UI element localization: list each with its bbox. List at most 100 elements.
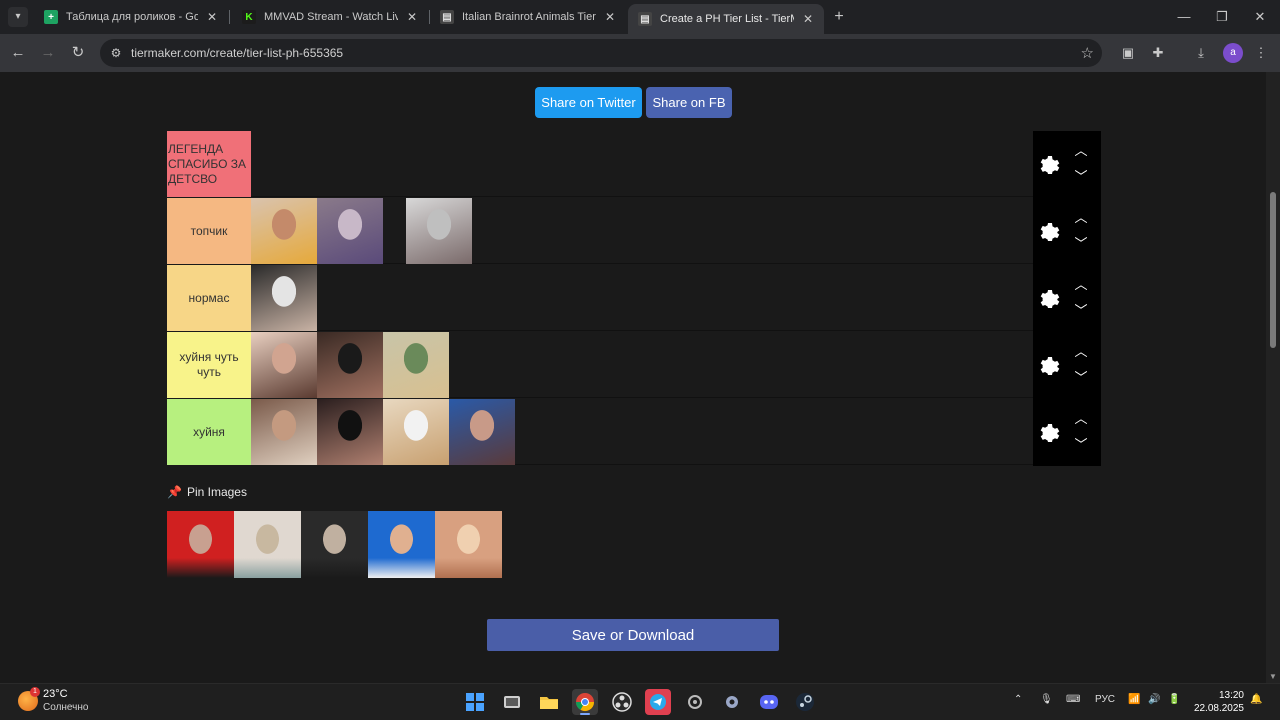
move-tier-up-icon[interactable]: ︿ bbox=[1073, 278, 1089, 292]
settings-gear-icon[interactable] bbox=[719, 689, 745, 715]
browser-toolbar: ← → ↻ ⚙ tiermaker.com/create/tier-list-p… bbox=[0, 34, 1280, 72]
tier-label[interactable]: хуйня чуть чуть bbox=[167, 332, 251, 398]
chrome-icon[interactable] bbox=[572, 689, 598, 715]
tier-image[interactable] bbox=[383, 399, 449, 465]
move-tier-down-icon[interactable]: ﹀ bbox=[1073, 438, 1089, 452]
move-tier-up-icon[interactable]: ︿ bbox=[1073, 345, 1089, 359]
menu-kebab-icon[interactable]: ⋮ bbox=[1250, 42, 1272, 64]
extensions-icon[interactable]: ✚ bbox=[1147, 42, 1169, 64]
pinned-image[interactable] bbox=[167, 511, 234, 578]
pinned-image[interactable] bbox=[234, 511, 301, 578]
tier-items-dropzone[interactable] bbox=[251, 332, 1033, 398]
close-icon[interactable]: ✕ bbox=[206, 10, 218, 24]
bookmark-star-icon[interactable]: ☆ bbox=[1081, 44, 1094, 62]
weather-description[interactable]: Солнечно bbox=[43, 702, 88, 713]
tier-items-dropzone[interactable] bbox=[251, 198, 1033, 264]
site-settings-icon[interactable]: ⚙ bbox=[108, 45, 124, 61]
move-tier-up-icon[interactable]: ︿ bbox=[1073, 211, 1089, 225]
tier-settings-gear-icon[interactable] bbox=[1038, 287, 1062, 311]
system-clock[interactable]: 13:20 22.08.2025 bbox=[1194, 689, 1244, 715]
tier-image[interactable] bbox=[449, 399, 515, 465]
discord-icon[interactable] bbox=[756, 689, 782, 715]
move-tier-down-icon[interactable]: ﹀ bbox=[1073, 371, 1089, 385]
scroll-down-arrow[interactable]: ▼ bbox=[1269, 673, 1277, 681]
page-scrollbar[interactable]: ▼ bbox=[1266, 72, 1280, 683]
tier-label[interactable]: хуйня bbox=[167, 399, 251, 465]
window-close-button[interactable]: ✕ bbox=[1250, 7, 1270, 27]
app-settings-icon[interactable] bbox=[682, 689, 708, 715]
tier-items-dropzone[interactable] bbox=[251, 131, 1033, 197]
minimize-button[interactable]: — bbox=[1174, 7, 1194, 27]
forward-button[interactable]: → bbox=[37, 42, 59, 64]
microphone-icon[interactable]: 🎙 bbox=[1040, 694, 1053, 705]
tier-image[interactable] bbox=[406, 198, 472, 264]
tier-label[interactable]: ЛЕГЕНДА СПАСИБО ЗА ДЕТСВО bbox=[167, 131, 251, 197]
move-tier-down-icon[interactable]: ﹀ bbox=[1073, 170, 1089, 184]
close-icon[interactable]: ✕ bbox=[604, 10, 616, 24]
tab-sheets[interactable]: + Таблица для роликов - Google ✕ bbox=[34, 4, 228, 30]
battery-icon[interactable]: 🔋 bbox=[1168, 694, 1180, 705]
tray-chevron-icon[interactable]: ⌃ bbox=[1014, 694, 1022, 705]
profile-avatar[interactable]: a bbox=[1223, 43, 1243, 63]
tab-separator bbox=[229, 10, 230, 24]
save-download-button[interactable]: Save or Download bbox=[487, 619, 779, 651]
tier-row: топчик ︿ ﹀ bbox=[167, 198, 1101, 265]
tier-image[interactable] bbox=[317, 332, 383, 398]
tier-settings-gear-icon[interactable] bbox=[1038, 220, 1062, 244]
volume-icon[interactable]: 🔊 bbox=[1148, 694, 1160, 705]
tier-image[interactable] bbox=[383, 332, 449, 398]
tier-image[interactable] bbox=[251, 198, 317, 264]
pinned-image[interactable] bbox=[368, 511, 435, 578]
tab-create-ph-tier-list[interactable]: ▤ Create a PH Tier List - TierMak ✕ bbox=[628, 4, 824, 34]
url-text: tiermaker.com/create/tier-list-ph-655365 bbox=[131, 46, 344, 60]
tab-search-button[interactable]: ▾ bbox=[8, 7, 28, 27]
weather-temperature[interactable]: 23°C bbox=[43, 688, 68, 700]
wifi-icon[interactable]: 📶 bbox=[1128, 694, 1140, 705]
active-indicator bbox=[580, 713, 590, 715]
close-icon[interactable]: ✕ bbox=[802, 12, 814, 26]
tier-items-dropzone[interactable] bbox=[251, 399, 1033, 465]
tier-image[interactable] bbox=[251, 332, 317, 398]
task-view-icon[interactable] bbox=[499, 689, 525, 715]
tier-label[interactable]: топчик bbox=[167, 198, 251, 264]
share-twitter-button[interactable]: Share on Twitter bbox=[535, 87, 642, 118]
pinned-image[interactable] bbox=[301, 511, 368, 578]
tier-row: ЛЕГЕНДА СПАСИБО ЗА ДЕТСВО ︿ ﹀ bbox=[167, 131, 1101, 198]
new-tab-button[interactable]: + bbox=[830, 7, 848, 27]
keyboard-icon[interactable]: ⌨ bbox=[1066, 694, 1080, 705]
steam-icon[interactable] bbox=[792, 689, 818, 715]
tab-title: Italian Brainrot Animals Tier Li bbox=[462, 11, 596, 23]
download-icon[interactable]: ⤓ bbox=[1190, 42, 1212, 64]
translate-icon[interactable]: ▣ bbox=[1117, 42, 1139, 64]
language-indicator[interactable]: РУС bbox=[1095, 694, 1115, 705]
tier-settings-gear-icon[interactable] bbox=[1038, 153, 1062, 177]
obs-icon[interactable] bbox=[609, 689, 635, 715]
close-icon[interactable]: ✕ bbox=[406, 10, 418, 24]
move-tier-down-icon[interactable]: ﹀ bbox=[1073, 237, 1089, 251]
tier-items-dropzone[interactable] bbox=[251, 265, 1033, 331]
file-explorer-icon[interactable] bbox=[536, 689, 562, 715]
tier-label[interactable]: нормас bbox=[167, 265, 251, 331]
pinned-image[interactable] bbox=[435, 511, 502, 578]
tier-settings-gear-icon[interactable] bbox=[1038, 354, 1062, 378]
reload-button[interactable]: ↻ bbox=[67, 42, 89, 64]
back-button[interactable]: ← bbox=[7, 42, 29, 64]
tier-image[interactable] bbox=[251, 265, 317, 331]
clock-date: 22.08.2025 bbox=[1193, 703, 1244, 714]
tier-image[interactable] bbox=[317, 198, 383, 264]
telegram-icon[interactable] bbox=[645, 689, 671, 715]
share-fb-button[interactable]: Share on FB bbox=[646, 87, 732, 118]
move-tier-up-icon[interactable]: ︿ bbox=[1073, 144, 1089, 158]
tier-settings-gear-icon[interactable] bbox=[1038, 421, 1062, 445]
tab-mmvad[interactable]: K MMVAD Stream - Watch Live o ✕ bbox=[232, 4, 428, 30]
move-tier-down-icon[interactable]: ﹀ bbox=[1073, 304, 1089, 318]
start-windows-icon[interactable] bbox=[462, 689, 488, 715]
maximize-button[interactable]: ❐ bbox=[1212, 7, 1232, 27]
tier-image[interactable] bbox=[317, 399, 383, 465]
address-bar[interactable]: ⚙ tiermaker.com/create/tier-list-ph-6553… bbox=[100, 39, 1102, 67]
notification-bell-icon[interactable]: 🔔 bbox=[1250, 694, 1262, 705]
scrollbar-thumb[interactable] bbox=[1270, 192, 1276, 348]
tier-image[interactable] bbox=[251, 399, 317, 465]
move-tier-up-icon[interactable]: ︿ bbox=[1073, 412, 1089, 426]
tab-italian-brainrot[interactable]: ▤ Italian Brainrot Animals Tier Li ✕ bbox=[430, 4, 626, 30]
